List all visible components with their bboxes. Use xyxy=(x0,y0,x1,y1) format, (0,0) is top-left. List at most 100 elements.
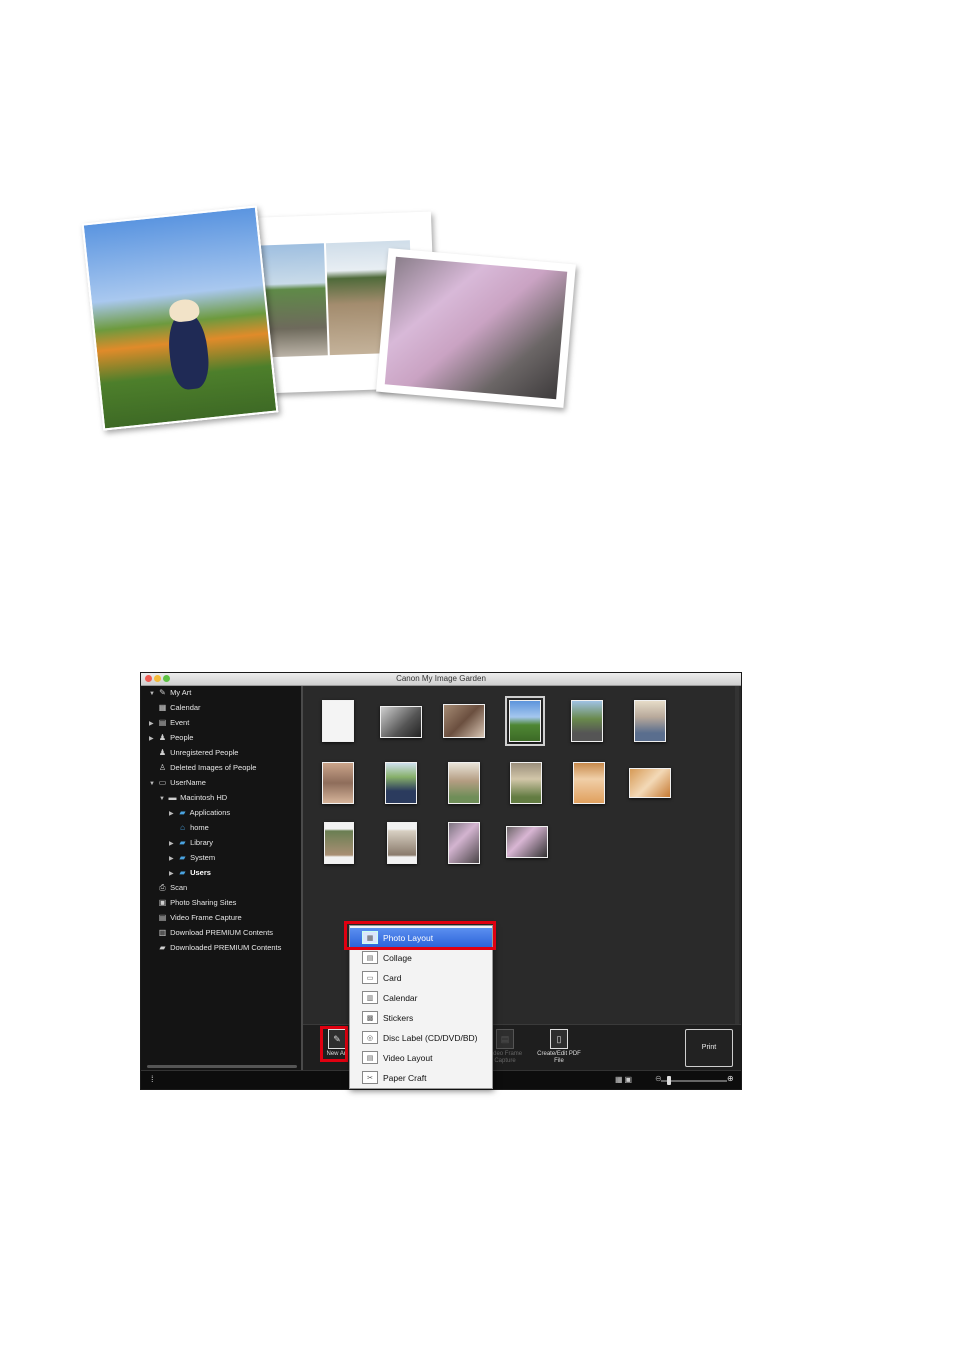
sidebar-item-label: Unregistered People xyxy=(170,748,239,757)
folder-icon: ▰ xyxy=(179,853,186,862)
video-layout-icon: ▤ xyxy=(362,1051,378,1064)
sidebar-item-label: UserName xyxy=(170,778,206,787)
computer-icon: ▭ xyxy=(158,778,167,787)
expand-arrow-icon[interactable]: ▶ xyxy=(169,867,177,881)
video-frame-icon: ▤ xyxy=(158,913,167,922)
thumbnail-photo[interactable] xyxy=(506,826,548,858)
menu-item-paper-craft[interactable]: ✂ Paper Craft xyxy=(350,1068,492,1088)
film-icon: ▤ xyxy=(496,1029,514,1049)
thumbnail-document[interactable] xyxy=(322,700,354,742)
menu-item-card[interactable]: ▭ Card xyxy=(350,968,492,988)
menu-item-calendar[interactable]: ▥ Calendar xyxy=(350,988,492,1008)
sidebar-item-label: My Art xyxy=(170,688,192,697)
sidebar-item-download-premium-contents[interactable]: ▥ Download PREMIUM Contents xyxy=(149,926,273,940)
menu-item-collage[interactable]: ▤ Collage xyxy=(350,948,492,968)
sidebar-item-downloaded-premium-contents[interactable]: ▰ Downloaded PREMIUM Contents xyxy=(149,941,281,955)
expand-arrow-icon[interactable]: ▶ xyxy=(149,717,157,731)
menu-item-disc-label[interactable]: ◎ Disc Label (CD/DVD/BD) xyxy=(350,1028,492,1048)
sidebar-item-label: Calendar xyxy=(170,703,201,712)
thumbnail-photo[interactable] xyxy=(629,768,671,798)
hard-drive-icon: ▬ xyxy=(168,793,177,802)
sidebar-item-label: Scan xyxy=(170,883,188,892)
thumbnail-photo[interactable] xyxy=(385,762,417,804)
folder-icon: ▰ xyxy=(159,943,166,952)
sidebar-item-calendar[interactable]: ▦ Calendar xyxy=(149,701,201,715)
info-icon[interactable]: ⁞ xyxy=(151,1074,154,1084)
thumbnail-photo-selected[interactable] xyxy=(505,696,545,746)
sidebar-item-home[interactable]: ⌂ home xyxy=(169,821,209,835)
sidebar-item-label: Download PREMIUM Contents xyxy=(170,928,274,937)
print-button[interactable]: Print xyxy=(685,1029,733,1067)
sidebar-item-system[interactable]: ▶ ▰ System xyxy=(169,851,215,865)
menu-item-label: Disc Label (CD/DVD/BD) xyxy=(383,1033,478,1043)
expand-arrow-icon[interactable]: ▼ xyxy=(159,792,167,806)
pdf-icon: ▯ xyxy=(550,1029,568,1049)
folder-icon: ▰ xyxy=(179,808,186,817)
thumbnail-photo[interactable] xyxy=(634,700,666,742)
paper-craft-icon: ✂ xyxy=(362,1071,378,1084)
sidebar-item-people[interactable]: ▶ ♟ People xyxy=(149,731,193,745)
menu-item-stickers[interactable]: ▩ Stickers xyxy=(350,1008,492,1028)
home-icon: ⌂ xyxy=(180,823,185,832)
sidebar-item-unregistered-people[interactable]: ♟ Unregistered People xyxy=(149,746,239,760)
thumbnail-photo[interactable] xyxy=(322,762,354,804)
stickers-icon: ▩ xyxy=(362,1011,378,1024)
zoom-in-icon[interactable]: ⊕ xyxy=(727,1074,734,1083)
thumbnail-photo[interactable] xyxy=(443,704,485,738)
sidebar-item-label: Users xyxy=(190,868,211,877)
sidebar-item-my-art[interactable]: ▼ ✎ My Art xyxy=(149,686,191,700)
sidebar-item-video-frame-capture[interactable]: ▤ Video Frame Capture xyxy=(149,911,242,925)
download-icon: ▥ xyxy=(158,928,167,937)
menu-item-label: Video Layout xyxy=(383,1053,433,1063)
sidebar-item-event[interactable]: ▶ ▤ Event xyxy=(149,716,189,730)
sidebar-item-label: home xyxy=(190,823,209,832)
expand-arrow-icon[interactable]: ▶ xyxy=(169,852,177,866)
sidebar-item-label: Macintosh HD xyxy=(180,793,228,802)
expand-arrow-icon[interactable]: ▶ xyxy=(149,732,157,746)
my-art-icon: ✎ xyxy=(159,688,166,697)
zoom-slider-knob[interactable] xyxy=(667,1076,672,1085)
sidebar-item-scan[interactable]: ⎙ Scan xyxy=(149,881,187,895)
disc-icon: ◎ xyxy=(362,1031,378,1044)
thumbnail-photo[interactable] xyxy=(571,700,603,742)
collage-icon: ▤ xyxy=(362,951,378,964)
sidebar-item-photo-sharing-sites[interactable]: ▣ Photo Sharing Sites xyxy=(149,896,237,910)
photo-sharing-icon: ▣ xyxy=(158,898,167,907)
thumbnail-photo-layout[interactable] xyxy=(387,822,417,864)
menu-item-label: Calendar xyxy=(383,993,418,1003)
thumbnail-photo-layout[interactable] xyxy=(324,822,354,864)
thumbnail-photo[interactable] xyxy=(448,762,480,804)
sidebar-item-deleted-images-of-people[interactable]: ♙ Deleted Images of People xyxy=(149,761,257,775)
expand-arrow-icon[interactable]: ▶ xyxy=(169,807,177,821)
menu-item-label: Paper Craft xyxy=(383,1073,427,1083)
thumbnail-photo[interactable] xyxy=(448,822,480,864)
sample-artwork-illustration xyxy=(0,0,954,460)
folder-icon: ▰ xyxy=(179,838,186,847)
sidebar-item-label: Video Frame Capture xyxy=(170,913,242,922)
sidebar-item-label: Event xyxy=(170,718,190,727)
sidebar-item-library[interactable]: ▶ ▰ Library xyxy=(169,836,213,850)
sidebar-scrollbar[interactable] xyxy=(147,1065,297,1068)
expand-arrow-icon[interactable]: ▶ xyxy=(169,837,177,851)
sidebar: ▼ ✎ My Art ▦ Calendar ▶ ▤ Event ▶ ♟ People … xyxy=(141,686,303,1070)
sidebar-item-users[interactable]: ▶ ▰ Users xyxy=(169,866,211,880)
menu-item-video-layout[interactable]: ▤ Video Layout xyxy=(350,1048,492,1068)
create-edit-pdf-button[interactable]: ▯ Create/Edit PDF File xyxy=(537,1029,581,1069)
thumbnail-video[interactable] xyxy=(380,706,422,738)
card-icon: ▭ xyxy=(362,971,378,984)
sidebar-item-applications[interactable]: ▶ ▰ Applications xyxy=(169,806,230,820)
sidebar-item-macintosh-hd[interactable]: ▼ ▬ Macintosh HD xyxy=(159,791,227,805)
window-title: Canon My Image Garden xyxy=(396,674,486,683)
sidebar-item-label: Applications xyxy=(189,808,231,817)
sidebar-item-username[interactable]: ▼ ▭ UserName xyxy=(149,776,206,790)
menu-item-label: Collage xyxy=(383,953,412,963)
expand-arrow-icon[interactable]: ▼ xyxy=(149,687,157,701)
thumbnail-photo[interactable] xyxy=(573,762,605,804)
sidebar-item-label: Deleted Images of People xyxy=(170,763,257,772)
thumbnail-photo[interactable] xyxy=(510,762,542,804)
view-mode-icon[interactable]: ▦▣ xyxy=(615,1075,634,1084)
content-scrollbar[interactable] xyxy=(735,686,739,1024)
event-icon: ▤ xyxy=(158,718,167,727)
photo-layout-highlight xyxy=(344,921,496,950)
expand-arrow-icon[interactable]: ▼ xyxy=(149,777,157,791)
